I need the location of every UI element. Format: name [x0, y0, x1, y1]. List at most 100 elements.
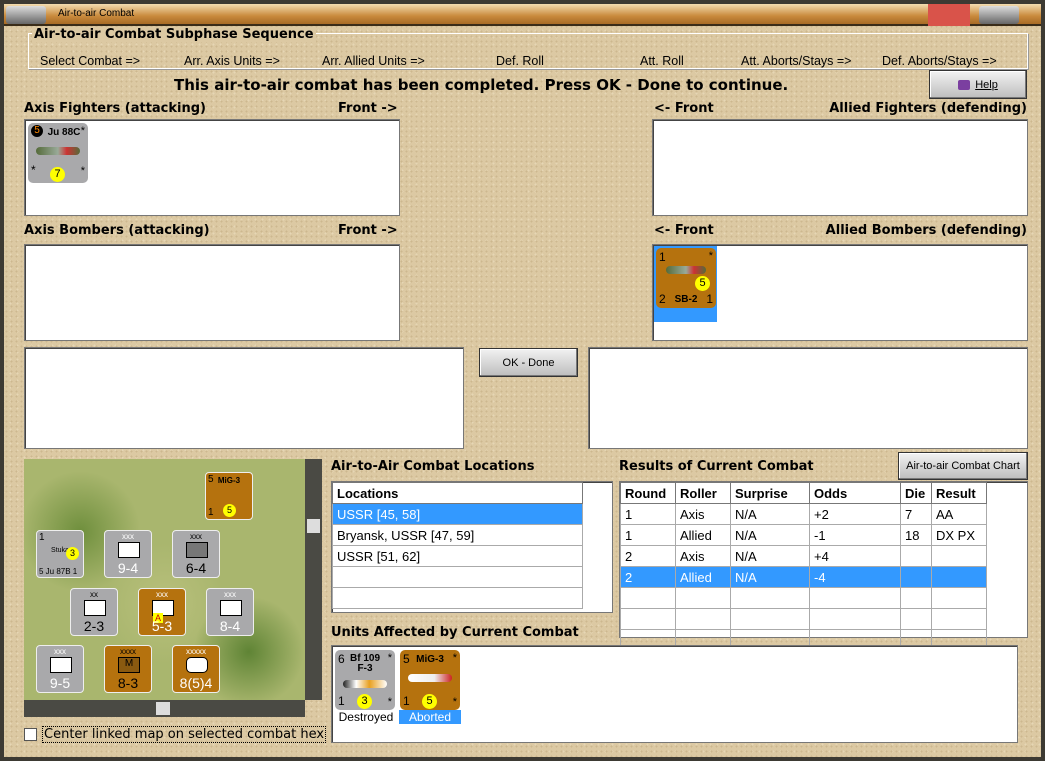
axis-bombers-label: Axis Bombers (attacking)	[24, 223, 210, 238]
result-cell: 1	[620, 524, 676, 546]
result-cell: DX PX	[931, 524, 987, 546]
col-roller[interactable]: Roller	[675, 482, 731, 504]
axis-bombers-list[interactable]	[24, 244, 400, 341]
axis-fighters-list[interactable]: 5 Ju 88C * * 7 *	[24, 119, 400, 216]
result-cell	[675, 608, 731, 630]
unit-status-aborted: Aborted	[399, 710, 461, 724]
col-result[interactable]: Result	[931, 482, 987, 504]
unit-counter-sb2[interactable]: 1 * 5 2 SB-2 1	[656, 248, 716, 308]
step-select-combat: Select Combat =>	[40, 54, 141, 68]
result-cell	[931, 545, 987, 567]
map-horizontal-scrollbar[interactable]	[24, 700, 305, 717]
result-cell: 2	[620, 545, 676, 567]
step-att-roll: Att. Roll	[640, 54, 684, 68]
result-cell: +4	[809, 545, 901, 567]
scroll-thumb[interactable]	[307, 519, 320, 533]
map-counter-9-5[interactable]: xxx 9-5	[36, 645, 84, 693]
ok-done-button[interactable]: OK - Done	[479, 348, 578, 377]
map-counter-6-4[interactable]: xxx 6-4	[172, 530, 220, 578]
mech-infantry-symbol	[50, 657, 72, 673]
allied-bombers-label: Allied Bombers (defending)	[825, 223, 1027, 238]
armor-symbol	[186, 542, 208, 558]
allied-fighters-list[interactable]	[652, 119, 1028, 216]
scroll-thumb[interactable]	[156, 702, 170, 715]
step-arr-allied: Arr. Allied Units =>	[322, 54, 425, 68]
result-cell: 18	[900, 524, 932, 546]
result-cell	[931, 566, 987, 588]
location-row[interactable]: USSR [45, 58]	[332, 503, 583, 525]
close-button[interactable]	[928, 4, 970, 26]
locations-header[interactable]: Locations	[332, 482, 583, 504]
aircraft-icon	[36, 147, 80, 155]
allied-bombers-front: <- Front	[654, 223, 714, 238]
result-cell: 2	[620, 566, 676, 588]
result-cell	[620, 587, 676, 609]
locations-title: Air-to-Air Combat Locations	[331, 459, 535, 474]
locations-table[interactable]: Locations USSR [45, 58] Bryansk, USSR [4…	[331, 481, 613, 613]
air-combat-window: Air-to-air Combat Air-to-air Combat Subp…	[0, 0, 1045, 761]
infantry-symbol	[84, 600, 106, 616]
result-row[interactable]: 1 Axis N/A +2 7 AA	[620, 503, 987, 525]
result-cell	[809, 608, 901, 630]
result-cell: +2	[809, 503, 901, 525]
system-menu-button[interactable]	[6, 6, 46, 24]
result-cell: Allied	[675, 566, 731, 588]
status-message: This air-to-air combat has been complete…	[174, 76, 789, 94]
allied-bombers-list[interactable]: 1 * 5 2 SB-2 1	[652, 244, 1028, 341]
result-row[interactable]: 2 Allied N/A -4	[620, 566, 987, 588]
subphase-title: Air-to-air Combat Subphase Sequence	[32, 27, 316, 42]
step-att-aborts: Att. Aborts/Stays =>	[741, 54, 852, 68]
map-counter-2-3[interactable]: xx 2-3	[70, 588, 118, 636]
affected-units-list[interactable]: 6 Bf 109 F-3 * 1 3 * Destroyed 5 MiG-3 *…	[331, 645, 1018, 743]
result-row[interactable]: 1 Allied N/A -1 18 DX PX	[620, 524, 987, 546]
result-cell: Allied	[675, 524, 731, 546]
center-map-label[interactable]: Center linked map on selected combat hex	[42, 726, 327, 743]
results-table[interactable]: Round Roller Surprise Odds Die Result 1A…	[619, 481, 1028, 651]
aircraft-icon	[666, 266, 706, 274]
map-counter-9-4[interactable]: xxx 9-4	[104, 530, 152, 578]
col-odds[interactable]: Odds	[809, 482, 901, 504]
maximize-button[interactable]	[979, 6, 1019, 24]
unit-status-destroyed: Destroyed	[338, 710, 394, 724]
center-map-checkbox[interactable]	[24, 728, 37, 741]
result-cell: N/A	[730, 566, 810, 588]
result-cell: N/A	[730, 524, 810, 546]
axis-fighters-label: Axis Fighters (attacking)	[24, 101, 206, 116]
allied-fighters-front: <- Front	[654, 101, 714, 116]
step-def-roll: Def. Roll	[496, 54, 544, 68]
result-cell: 7	[900, 503, 932, 525]
empty-row	[620, 587, 987, 609]
map-counter-stuka[interactable]: 1 Stuka 3 5 Ju 87B 1	[36, 530, 84, 578]
map-vertical-scrollbar[interactable]	[305, 459, 322, 700]
help-button[interactable]: Help	[929, 70, 1027, 99]
unit-counter-ju88c[interactable]: 5 Ju 88C * * 7 *	[28, 123, 88, 183]
unit-counter-bf109[interactable]: 6 Bf 109 F-3 * 1 3 *	[335, 650, 395, 710]
affected-title: Units Affected by Current Combat	[331, 625, 579, 640]
infantry-symbol	[220, 600, 242, 616]
map-counter-mig3[interactable]: 5 MiG-3 1 5	[205, 472, 253, 520]
axis-bombers-front: Front ->	[338, 223, 398, 238]
map-counter-8-4[interactable]: xxx 8-4	[206, 588, 254, 636]
combat-chart-button[interactable]: Air-to-air Combat Chart	[898, 452, 1028, 480]
axis-info-panel	[24, 347, 464, 449]
infantry-symbol	[118, 542, 140, 558]
col-round[interactable]: Round	[620, 482, 676, 504]
map-counter-8-5-4[interactable]: xxxxx 8(5)4	[172, 645, 220, 693]
map-counter-5-3[interactable]: xxx A 5-3	[138, 588, 186, 636]
unit-counter-mig3[interactable]: 5 MiG-3 * 1 5 *	[400, 650, 460, 710]
combat-map[interactable]: 5 MiG-3 1 5 1 Stuka 3 5 Ju 87B 1 xxx 9-4 …	[24, 459, 305, 700]
axis-fighters-front: Front ->	[338, 101, 398, 116]
result-cell: N/A	[730, 545, 810, 567]
location-row[interactable]: Bryansk, USSR [47, 59]	[332, 524, 583, 546]
step-def-aborts: Def. Aborts/Stays =>	[882, 54, 997, 68]
result-cell	[675, 587, 731, 609]
location-row[interactable]: USSR [51, 62]	[332, 545, 583, 567]
step-arr-axis: Arr. Axis Units =>	[184, 54, 280, 68]
result-cell: AA	[931, 503, 987, 525]
col-die[interactable]: Die	[900, 482, 932, 504]
result-row[interactable]: 2 Axis N/A +4	[620, 545, 987, 567]
col-surprise[interactable]: Surprise	[730, 482, 810, 504]
map-counter-8-3[interactable]: xxxx M 8-3	[104, 645, 152, 693]
result-cell: -4	[809, 566, 901, 588]
empty-row	[620, 608, 987, 630]
